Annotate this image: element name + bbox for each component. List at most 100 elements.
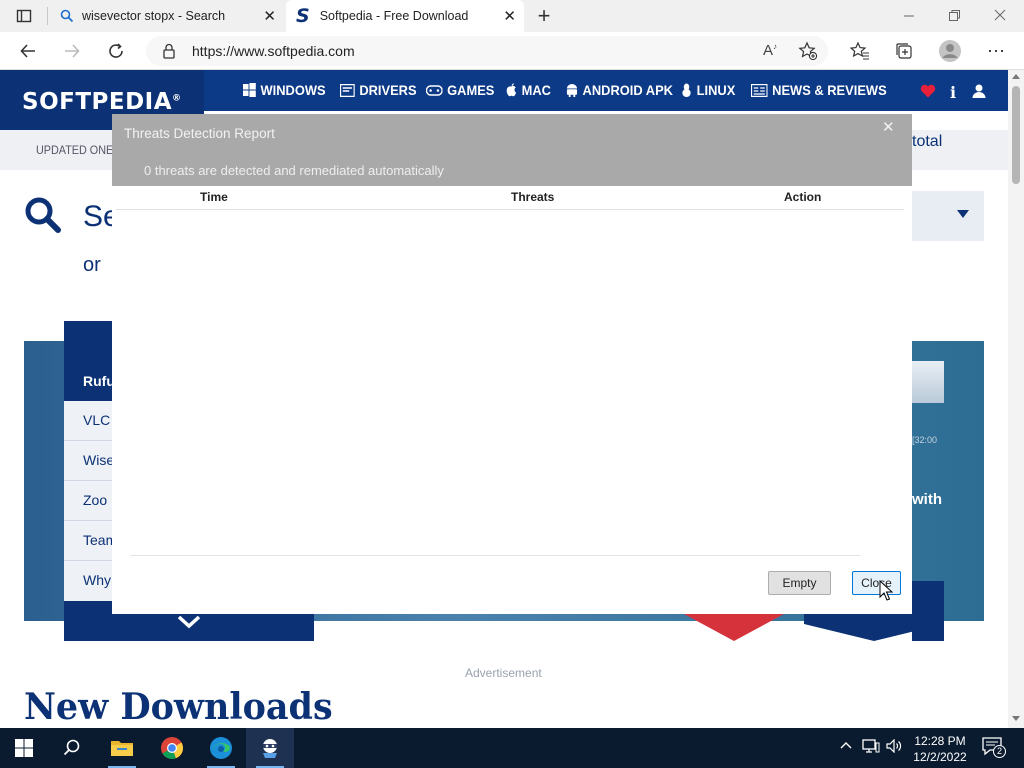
tab-actions-icon[interactable] [10, 2, 38, 30]
close-button[interactable]: Close [852, 571, 901, 595]
scroll-up-arrow[interactable] [1012, 74, 1020, 79]
threats-dialog [112, 186, 912, 614]
url-text: https://www.softpedia.com [192, 43, 355, 59]
windows-logo-icon [15, 739, 33, 757]
network-icon[interactable] [862, 739, 880, 753]
softpedia-s-icon: S [296, 5, 310, 27]
clock-date: 12/2/2022 [913, 750, 967, 764]
empty-button[interactable]: Empty [768, 571, 831, 595]
nav-label: DRIVERS [359, 82, 417, 98]
lock-icon[interactable] [162, 43, 176, 59]
edge-icon[interactable] [197, 728, 245, 768]
nav-label: MAC [521, 82, 551, 98]
new-downloads-heading: New Downloads [24, 686, 333, 728]
total-label: total [912, 133, 943, 150]
news-icon [751, 83, 768, 97]
notifications-icon[interactable]: 2 [982, 737, 1006, 758]
taskbar-search-button[interactable] [48, 728, 96, 768]
list-item[interactable]: Wise [83, 452, 114, 468]
url-bar[interactable]: https://www.softpedia.com A♪ [146, 36, 828, 66]
forward-button[interactable] [58, 37, 86, 65]
chrome-icon[interactable] [148, 728, 196, 768]
banner-with-text: with [912, 491, 942, 508]
table-header-divider [116, 209, 904, 210]
back-button[interactable] [14, 37, 42, 65]
column-header-action[interactable]: Action [784, 190, 821, 204]
linux-tux-icon [682, 83, 691, 97]
collections-icon[interactable] [890, 37, 918, 65]
chevron-up-icon[interactable] [840, 741, 852, 749]
advertisement-label: Advertisement [465, 666, 542, 680]
profile-avatar[interactable] [936, 37, 964, 65]
banner-image-fragment [912, 361, 944, 403]
more-options-icon[interactable]: ⋯ [982, 37, 1010, 65]
list-item[interactable]: Zoo [83, 492, 107, 508]
new-tab-button[interactable]: + [530, 2, 558, 30]
tab-softpedia[interactable]: S Softpedia - Free Downloads Encyclopedi… [286, 0, 524, 32]
start-button[interactable] [0, 728, 48, 768]
file-explorer-icon[interactable] [98, 728, 146, 768]
or-text: or [83, 254, 101, 276]
favorites-icon[interactable] [846, 37, 874, 65]
page-scrollbar[interactable] [1008, 70, 1024, 728]
nav-label: GAMES [447, 82, 495, 98]
tab-title: Softpedia - Free Downloads Encyclopedia [319, 9, 468, 23]
clock-time: 12:28 PM [914, 734, 966, 748]
dialog-close-icon[interactable]: ✕ [882, 118, 895, 136]
nav-mac[interactable]: MAC [506, 82, 551, 98]
wisevector-app-icon[interactable] [246, 728, 294, 768]
tab-bar: wisevector stopx - Search ✕ S Softpedia … [0, 0, 1024, 32]
mouse-cursor-icon [879, 580, 893, 601]
minimize-window-button[interactable] [902, 8, 916, 22]
info-icon[interactable]: i [950, 83, 956, 102]
nav-label: LINUX [696, 82, 736, 98]
dialog-footer-divider [130, 555, 860, 556]
restore-window-button[interactable] [947, 8, 961, 22]
search-icon [63, 739, 80, 756]
scroll-down-arrow[interactable] [1012, 716, 1020, 721]
banner-small-text: [32:00 [912, 435, 938, 445]
scrollbar-thumb[interactable] [1012, 86, 1020, 184]
dialog-title: Threats Detection Report [124, 126, 275, 141]
volume-icon[interactable] [886, 739, 904, 753]
apple-icon [506, 83, 517, 97]
column-header-threats[interactable]: Threats [511, 190, 554, 204]
nav-news-reviews[interactable]: NEWS & REVIEWS [751, 82, 887, 98]
tab-search[interactable]: wisevector stopx - Search ✕ [50, 0, 284, 32]
nav-games[interactable]: GAMES [426, 82, 494, 98]
android-icon [566, 84, 578, 97]
list-item[interactable]: Rufu [83, 373, 115, 389]
drivers-icon [340, 83, 355, 97]
close-window-button[interactable] [993, 8, 1007, 22]
nav-label: ANDROID APK [582, 82, 673, 98]
column-header-time[interactable]: Time [200, 190, 228, 204]
banner-blue-badge [804, 614, 944, 641]
nav-drivers[interactable]: DRIVERS [340, 82, 417, 98]
logo-text: SOFTPEDIA [22, 89, 173, 115]
clock[interactable]: 12:28 PM 12/2/2022 [912, 733, 968, 765]
search-dropdown[interactable] [912, 191, 984, 241]
close-tab-icon[interactable]: ✕ [263, 7, 276, 25]
nav-label: WINDOWS [260, 82, 326, 98]
user-icon[interactable] [972, 84, 986, 98]
heart-icon[interactable] [920, 84, 936, 98]
chevron-down-icon [957, 210, 969, 218]
tab-title: wisevector stopx - Search [82, 9, 226, 23]
nav-linux[interactable]: LINUX [681, 82, 735, 98]
dialog-subtitle: 0 threats are detected and remediated au… [144, 163, 444, 178]
list-item[interactable]: Why [83, 572, 111, 588]
nav-android-apk[interactable]: ANDROID APK [566, 82, 673, 98]
nav-label: NEWS & REVIEWS [772, 82, 887, 98]
close-tab-icon[interactable]: ✕ [503, 7, 516, 25]
read-aloud-icon[interactable]: A♪ [763, 42, 777, 59]
windows-icon [243, 83, 256, 97]
search-icon[interactable] [24, 196, 62, 234]
refresh-button[interactable] [102, 37, 130, 65]
gamepad-icon [426, 84, 443, 96]
notification-count-badge: 2 [993, 745, 1006, 758]
tab-divider [47, 7, 48, 25]
add-favorite-icon[interactable] [798, 41, 818, 61]
nav-windows[interactable]: WINDOWS [243, 82, 326, 98]
list-item[interactable]: VLC [83, 412, 110, 428]
address-toolbar: https://www.softpedia.com A♪ ⋯ [0, 32, 1024, 70]
